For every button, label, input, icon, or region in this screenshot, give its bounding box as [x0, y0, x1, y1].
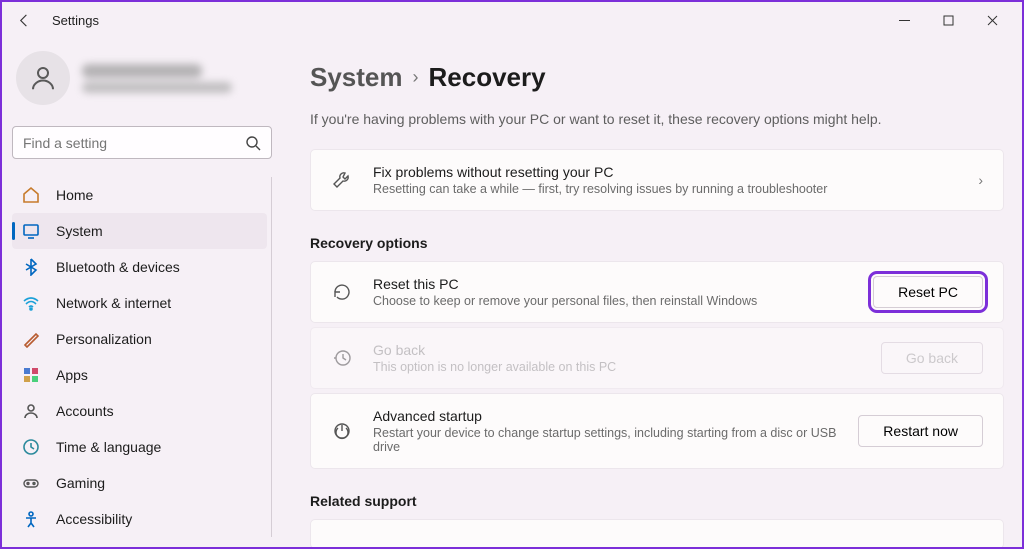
- sidebar-item-system[interactable]: System: [12, 213, 267, 249]
- card-desc: Choose to keep or remove your personal f…: [373, 294, 873, 308]
- sidebar-item-label: Gaming: [56, 475, 105, 491]
- back-button[interactable]: [10, 6, 38, 34]
- user-profile[interactable]: [12, 48, 272, 108]
- card-title: Reset this PC: [373, 276, 873, 292]
- reset-pc-card: Reset this PC Choose to keep or remove y…: [310, 261, 1004, 323]
- go-back-button: Go back: [881, 342, 983, 374]
- card-desc: This option is no longer available on th…: [373, 360, 881, 374]
- window-title: Settings: [52, 13, 99, 28]
- card-desc: Resetting can take a while — first, try …: [373, 182, 978, 196]
- sidebar-item-accounts[interactable]: Accounts: [12, 393, 267, 429]
- breadcrumb: System › Recovery: [310, 62, 1004, 93]
- search-icon: [245, 135, 261, 151]
- sidebar-item-label: Bluetooth & devices: [56, 259, 180, 275]
- sidebar-item-bluetooth[interactable]: Bluetooth & devices: [12, 249, 267, 285]
- accounts-icon: [22, 402, 40, 420]
- card-title: Advanced startup: [373, 408, 858, 424]
- card-desc: Restart your device to change startup se…: [373, 426, 858, 454]
- close-button[interactable]: [970, 6, 1014, 34]
- card-title: Fix problems without resetting your PC: [373, 164, 978, 180]
- avatar: [16, 51, 70, 105]
- apps-icon: [22, 366, 40, 384]
- sidebar-item-label: Home: [56, 187, 93, 203]
- power-icon: [331, 420, 353, 442]
- restart-now-button[interactable]: Restart now: [858, 415, 983, 447]
- page-title: Recovery: [429, 62, 546, 93]
- advanced-startup-card: Advanced startup Restart your device to …: [310, 393, 1004, 469]
- wifi-icon: [22, 294, 40, 312]
- sidebar-item-label: Apps: [56, 367, 88, 383]
- page-subtitle: If you're having problems with your PC o…: [310, 111, 1004, 127]
- search-input[interactable]: [12, 126, 272, 159]
- sidebar-item-label: Accounts: [56, 403, 114, 419]
- chevron-right-icon: ›: [978, 172, 983, 188]
- sidebar-item-gaming[interactable]: Gaming: [12, 465, 267, 501]
- minimize-button[interactable]: [882, 6, 926, 34]
- sidebar-item-personalization[interactable]: Personalization: [12, 321, 267, 357]
- history-icon: [331, 347, 353, 369]
- sidebar-item-home[interactable]: Home: [12, 177, 267, 213]
- go-back-card: Go back This option is no longer availab…: [310, 327, 1004, 389]
- section-related-support: Related support: [310, 493, 1004, 509]
- sidebar-item-label: System: [56, 223, 103, 239]
- section-recovery-options: Recovery options: [310, 235, 1004, 251]
- sidebar-item-time-language[interactable]: Time & language: [12, 429, 267, 465]
- card-title: Go back: [373, 342, 881, 358]
- sidebar-item-label: Personalization: [56, 331, 152, 347]
- sidebar-item-label: Accessibility: [56, 511, 132, 527]
- accessibility-icon: [22, 510, 40, 528]
- wrench-icon: [331, 169, 353, 191]
- sidebar-item-network[interactable]: Network & internet: [12, 285, 267, 321]
- sidebar-item-label: Time & language: [56, 439, 161, 455]
- sidebar-item-apps[interactable]: Apps: [12, 357, 267, 393]
- chevron-right-icon: ›: [413, 67, 419, 88]
- sidebar-item-label: Network & internet: [56, 295, 171, 311]
- reset-icon: [331, 281, 353, 303]
- brush-icon: [22, 330, 40, 348]
- gaming-icon: [22, 474, 40, 492]
- maximize-button[interactable]: [926, 6, 970, 34]
- system-icon: [22, 222, 40, 240]
- reset-pc-button[interactable]: Reset PC: [873, 276, 983, 308]
- home-icon: [22, 186, 40, 204]
- related-support-card[interactable]: [310, 519, 1004, 547]
- breadcrumb-parent[interactable]: System: [310, 62, 403, 93]
- search-field[interactable]: [23, 135, 245, 151]
- clock-icon: [22, 438, 40, 456]
- fix-problems-card[interactable]: Fix problems without resetting your PC R…: [310, 149, 1004, 211]
- bluetooth-icon: [22, 258, 40, 276]
- sidebar-item-accessibility[interactable]: Accessibility: [12, 501, 267, 537]
